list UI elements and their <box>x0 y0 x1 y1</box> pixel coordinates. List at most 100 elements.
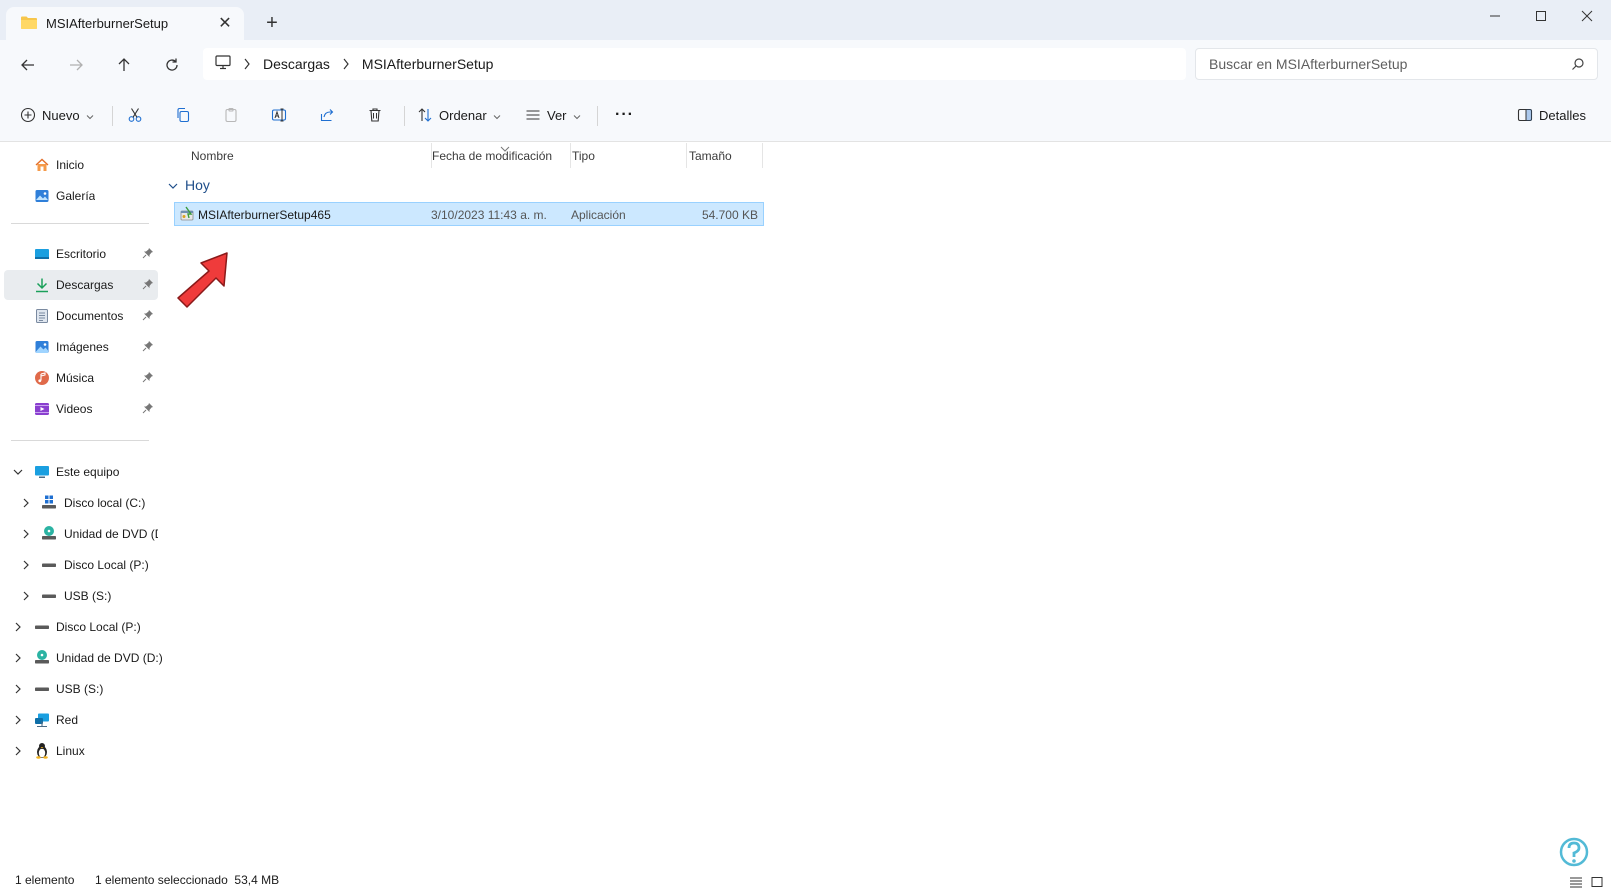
refresh-button[interactable] <box>158 52 186 78</box>
chevron-right-icon[interactable] <box>12 745 24 757</box>
maximize-icon <box>1536 11 1546 21</box>
sidebar-item-disco-local-c[interactable]: Disco local (C:) <box>4 488 158 518</box>
more-options-button[interactable]: ··· <box>615 100 634 130</box>
view-button[interactable]: Ver <box>525 100 581 130</box>
group-header-hoy[interactable]: Hoy <box>168 177 210 193</box>
search-input[interactable] <box>1209 56 1559 72</box>
copy-icon <box>177 107 190 123</box>
view-list-icon <box>526 110 540 120</box>
pin-icon[interactable] <box>142 371 154 386</box>
chevron-right-icon[interactable] <box>20 497 32 509</box>
maximize-button[interactable] <box>1518 0 1564 32</box>
chevron-right-icon[interactable] <box>12 714 24 726</box>
breadcrumb-descargas[interactable]: Descargas <box>263 56 330 72</box>
details-label: Detalles <box>1539 107 1586 123</box>
file-name[interactable]: MSIAfterburnerSetup465 <box>198 208 331 222</box>
sidebar-item-usb-s-root[interactable]: USB (S:) <box>4 674 158 704</box>
sidebar-item-label: Videos <box>56 402 93 416</box>
refresh-icon <box>166 58 178 71</box>
column-header-type[interactable]: Tipo <box>566 143 687 168</box>
paste-button[interactable] <box>223 100 239 130</box>
column-header-size[interactable]: Tamaño <box>683 143 763 168</box>
details-pane-button[interactable]: Detalles <box>1517 100 1586 130</box>
pin-icon[interactable] <box>142 340 154 355</box>
chevron-right-icon[interactable] <box>12 652 24 664</box>
sidebar-item-linux[interactable]: Linux <box>4 736 158 766</box>
download-icon <box>34 277 50 293</box>
sidebar-item-galeria[interactable]: Galería <box>4 181 158 211</box>
sidebar-item-label: Este equipo <box>56 465 120 479</box>
sidebar-divider <box>11 440 149 441</box>
sidebar-item-label: USB (S:) <box>56 682 104 696</box>
sidebar-item-unidad-dvd-d-root[interactable]: Unidad de DVD (D:) <box>4 643 163 673</box>
pin-icon[interactable] <box>142 309 154 324</box>
sidebar-item-label: Unidad de DVD (D:) <box>64 527 158 541</box>
computer-icon <box>215 55 231 73</box>
sort-button[interactable]: Ordenar <box>417 100 501 130</box>
minimize-button[interactable] <box>1472 0 1518 32</box>
sidebar-item-disco-local-p[interactable]: Disco Local (P:) <box>4 550 158 580</box>
sidebar-item-red[interactable]: Red <box>4 705 158 735</box>
file-row[interactable]: MSIAfterburnerSetup465 3/10/2023 11:43 a… <box>174 202 764 226</box>
sidebar-item-usb-s[interactable]: USB (S:) <box>4 581 158 611</box>
close-tab-button[interactable]: ✕ <box>216 14 234 32</box>
sidebar-item-disco-local-p-root[interactable]: Disco Local (P:) <box>4 612 158 642</box>
search-icon[interactable] <box>1571 57 1585 74</box>
sidebar-item-label: Disco local (C:) <box>64 496 146 510</box>
status-bar: 1 elemento 1 elemento seleccionado 53,4 … <box>0 865 1611 894</box>
close-window-button[interactable] <box>1564 0 1610 32</box>
copy-button[interactable] <box>175 100 191 130</box>
documents-icon <box>34 308 50 324</box>
chevron-right-icon[interactable] <box>12 683 24 695</box>
chevron-down-icon[interactable] <box>168 177 178 193</box>
sidebar-item-documentos[interactable]: Documentos <box>4 301 158 331</box>
chevron-right-icon[interactable] <box>20 528 32 540</box>
details-pane-icon <box>1517 108 1533 122</box>
sidebar-item-label: Disco Local (P:) <box>56 620 141 634</box>
sidebar-item-escritorio[interactable]: Escritorio <box>4 239 158 269</box>
new-button[interactable]: Nuevo <box>20 100 94 130</box>
sidebar-item-imagenes[interactable]: Imágenes <box>4 332 158 362</box>
search-box[interactable] <box>1195 48 1598 80</box>
gallery-icon <box>34 188 50 204</box>
forward-button[interactable] <box>62 52 90 78</box>
sidebar-item-label: Imágenes <box>56 340 109 354</box>
up-button[interactable] <box>110 52 138 78</box>
chevron-right-icon[interactable] <box>243 58 251 70</box>
red-arrow-annotation <box>172 249 234 314</box>
pin-icon[interactable] <box>142 247 154 262</box>
sidebar-item-videos[interactable]: Videos <box>4 394 158 424</box>
back-button[interactable] <box>14 52 42 78</box>
share-button[interactable] <box>319 100 335 130</box>
new-tab-button[interactable]: + <box>262 12 282 34</box>
sidebar-item-label: USB (S:) <box>64 589 112 603</box>
column-header-name[interactable]: Nombre <box>185 143 432 168</box>
chevron-right-icon[interactable] <box>12 621 24 633</box>
chevron-right-icon[interactable] <box>20 559 32 571</box>
music-icon <box>34 370 50 386</box>
sidebar-item-descargas[interactable]: Descargas <box>4 270 158 300</box>
chevron-right-icon[interactable] <box>20 590 32 602</box>
delete-button[interactable] <box>367 100 383 130</box>
sidebar-item-este-equipo[interactable]: Este equipo <box>4 457 158 487</box>
chevron-right-icon[interactable] <box>342 58 350 70</box>
address-bar[interactable]: Descargas MSIAfterburnerSetup <box>203 48 1186 80</box>
arrow-up-icon <box>118 58 130 71</box>
command-bar: Nuevo Ordenar Ver ··· Detalles <box>0 88 1611 142</box>
file-modified: 3/10/2023 11:43 a. m. <box>431 208 547 222</box>
file-list: Nombre Fecha de modificación Tipo Tamaño… <box>160 143 1611 865</box>
tab-msiafterburnersetup[interactable]: MSIAfterburnerSetup ✕ <box>6 7 244 40</box>
pin-icon[interactable] <box>142 278 154 293</box>
sidebar-item-inicio[interactable]: Inicio <box>4 150 158 180</box>
column-header-modified[interactable]: Fecha de modificación <box>426 143 571 168</box>
sidebar-item-label: Escritorio <box>56 247 107 261</box>
sidebar-item-label: Red <box>56 713 79 727</box>
chevron-down-icon[interactable] <box>12 466 24 478</box>
breadcrumb-msiafterburnersetup[interactable]: MSIAfterburnerSetup <box>362 56 494 72</box>
pin-icon[interactable] <box>142 402 154 417</box>
sidebar-item-unidad-dvd-d[interactable]: Unidad de DVD (D:) <box>4 519 158 549</box>
sidebar-item-musica[interactable]: Música <box>4 363 158 393</box>
clipboard-icon <box>225 107 237 123</box>
rename-button[interactable] <box>271 100 287 130</box>
cut-button[interactable] <box>127 100 143 130</box>
